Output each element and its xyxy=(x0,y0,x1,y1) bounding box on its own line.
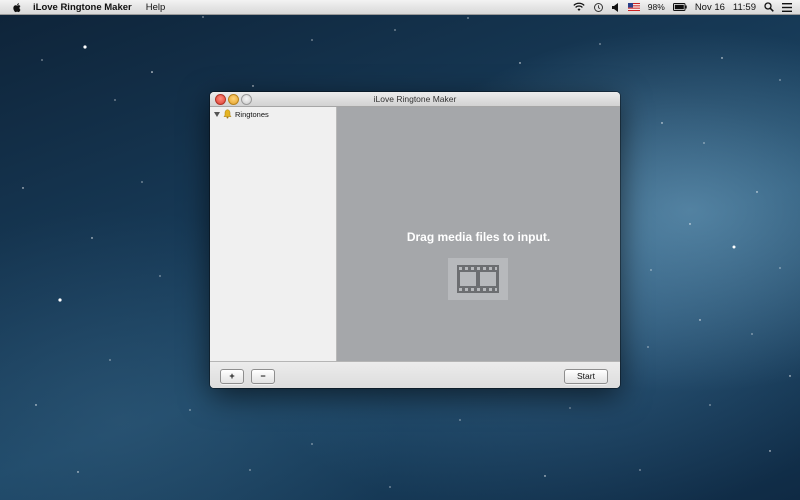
bottom-toolbar: + − Start xyxy=(210,361,620,388)
menubar-clock[interactable]: 11:59 xyxy=(733,2,756,13)
flag-icon[interactable] xyxy=(627,3,640,11)
battery-percent: 98% xyxy=(647,2,665,12)
search-icon[interactable] xyxy=(764,2,774,12)
film-icon xyxy=(448,258,508,300)
media-drop-area[interactable]: Drag media files to input. xyxy=(337,107,620,361)
sidebar: Ringtones xyxy=(210,107,337,361)
wifi-icon[interactable] xyxy=(573,2,585,12)
drop-message: Drag media files to input. xyxy=(406,230,551,244)
sidebar-item-label: Ringtones xyxy=(235,109,269,119)
help-menu[interactable]: Help xyxy=(146,2,166,13)
window-title: iLove Ringtone Maker xyxy=(373,94,457,104)
disclosure-triangle-icon[interactable] xyxy=(214,111,220,117)
menubar-date: Nov 16 xyxy=(694,1,725,13)
apple-icon[interactable] xyxy=(12,2,23,13)
app-window: iLove Ringtone Maker Ringtones Drag medi… xyxy=(210,92,620,388)
app-menu[interactable]: iLove Ringtone Maker xyxy=(33,2,132,13)
volume-icon[interactable] xyxy=(611,2,620,12)
add-button[interactable]: + xyxy=(220,369,244,384)
remove-button[interactable]: − xyxy=(251,369,275,384)
battery-icon[interactable] xyxy=(672,3,687,11)
menu-bar: iLove Ringtone Maker Help 98% Nov 16 11:… xyxy=(0,0,800,15)
title-bar[interactable]: iLove Ringtone Maker xyxy=(210,92,620,107)
list-icon[interactable] xyxy=(782,2,792,12)
start-button[interactable]: Start xyxy=(564,369,608,384)
time-machine-icon[interactable] xyxy=(593,2,604,13)
bell-icon xyxy=(223,109,232,119)
sidebar-item-ringtones[interactable]: Ringtones xyxy=(214,108,269,120)
